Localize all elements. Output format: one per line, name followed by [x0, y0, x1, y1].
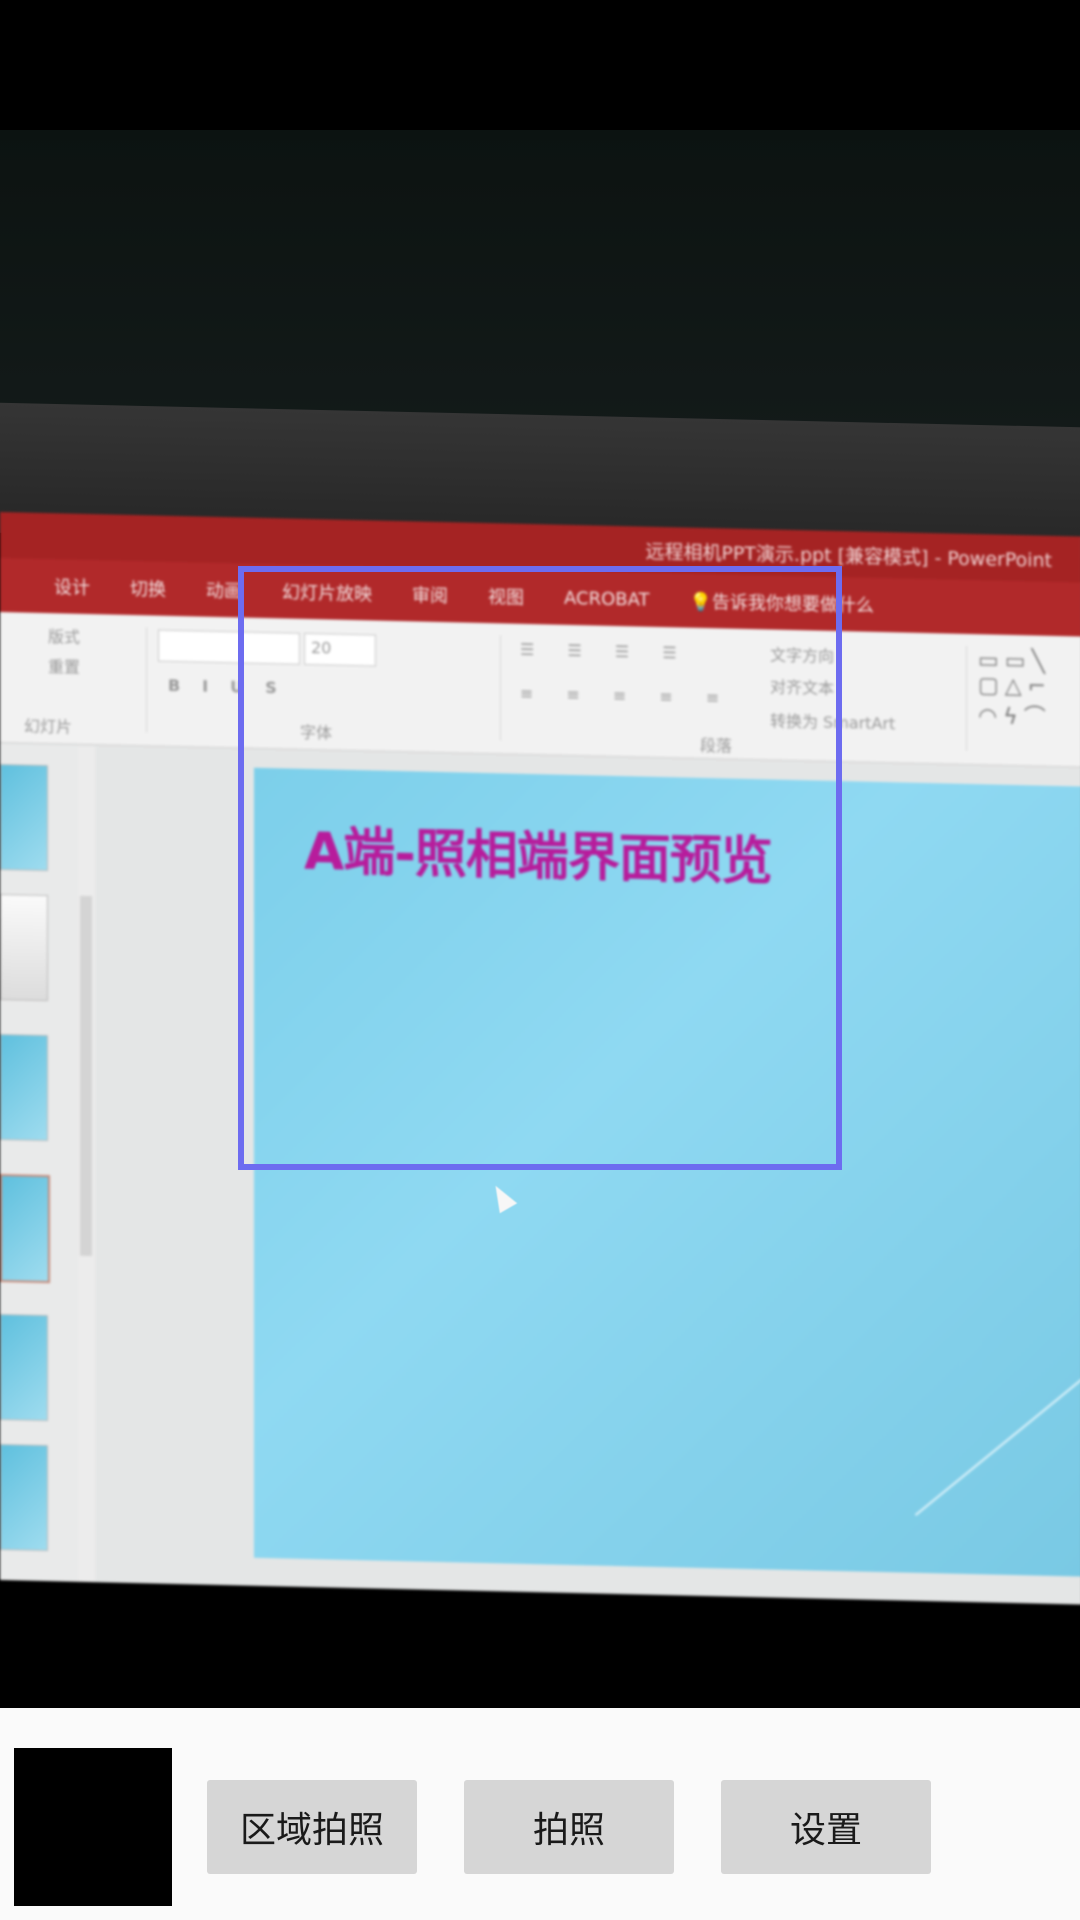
- slide-thumbnail: [0, 1444, 48, 1552]
- camera-viewfinder: 远程相机PPT演示.ppt [兼容模式] - PowerPoint 设计 切换 …: [0, 0, 1080, 1708]
- tab-animations: 动画: [206, 580, 242, 603]
- take-photo-button[interactable]: 拍照: [464, 1780, 674, 1874]
- ribbon-divider: [146, 627, 147, 733]
- slide-decorative-line: [914, 1376, 1080, 1516]
- slide-thumbnail-selected: [0, 1174, 50, 1284]
- region-photo-button[interactable]: 区域拍照: [207, 1780, 417, 1874]
- ribbon-divider: [966, 645, 967, 751]
- layout-button: 版式: [48, 627, 81, 647]
- scrollbar-thumb: [80, 895, 92, 1257]
- slide-thumbnail: [0, 764, 48, 872]
- slide-thumbnail: [0, 1034, 48, 1142]
- tab-design: 设计: [54, 577, 90, 600]
- tab-transitions: 切换: [130, 578, 166, 601]
- camera-control-bar: 区域拍照 拍照 设置: [0, 1708, 1080, 1920]
- slide-thumbnail: [0, 894, 48, 1002]
- last-photo-thumbnail[interactable]: [14, 1748, 172, 1906]
- monitor-upper-area: [0, 130, 1080, 430]
- shapes-gallery-icon: ▭▭╲ ▢△⌐ ◠ϟ⌒: [978, 648, 1053, 731]
- thumbnail-scrollbar: [78, 745, 94, 1583]
- slide-thumbnail: [0, 1314, 48, 1422]
- section-slides-label: 幻灯片: [24, 716, 73, 737]
- reset-button: 重置: [48, 657, 81, 677]
- settings-button[interactable]: 设置: [721, 1780, 931, 1874]
- capture-region-selector[interactable]: [238, 566, 842, 1170]
- slide-thumbnail-panel: [0, 744, 96, 1583]
